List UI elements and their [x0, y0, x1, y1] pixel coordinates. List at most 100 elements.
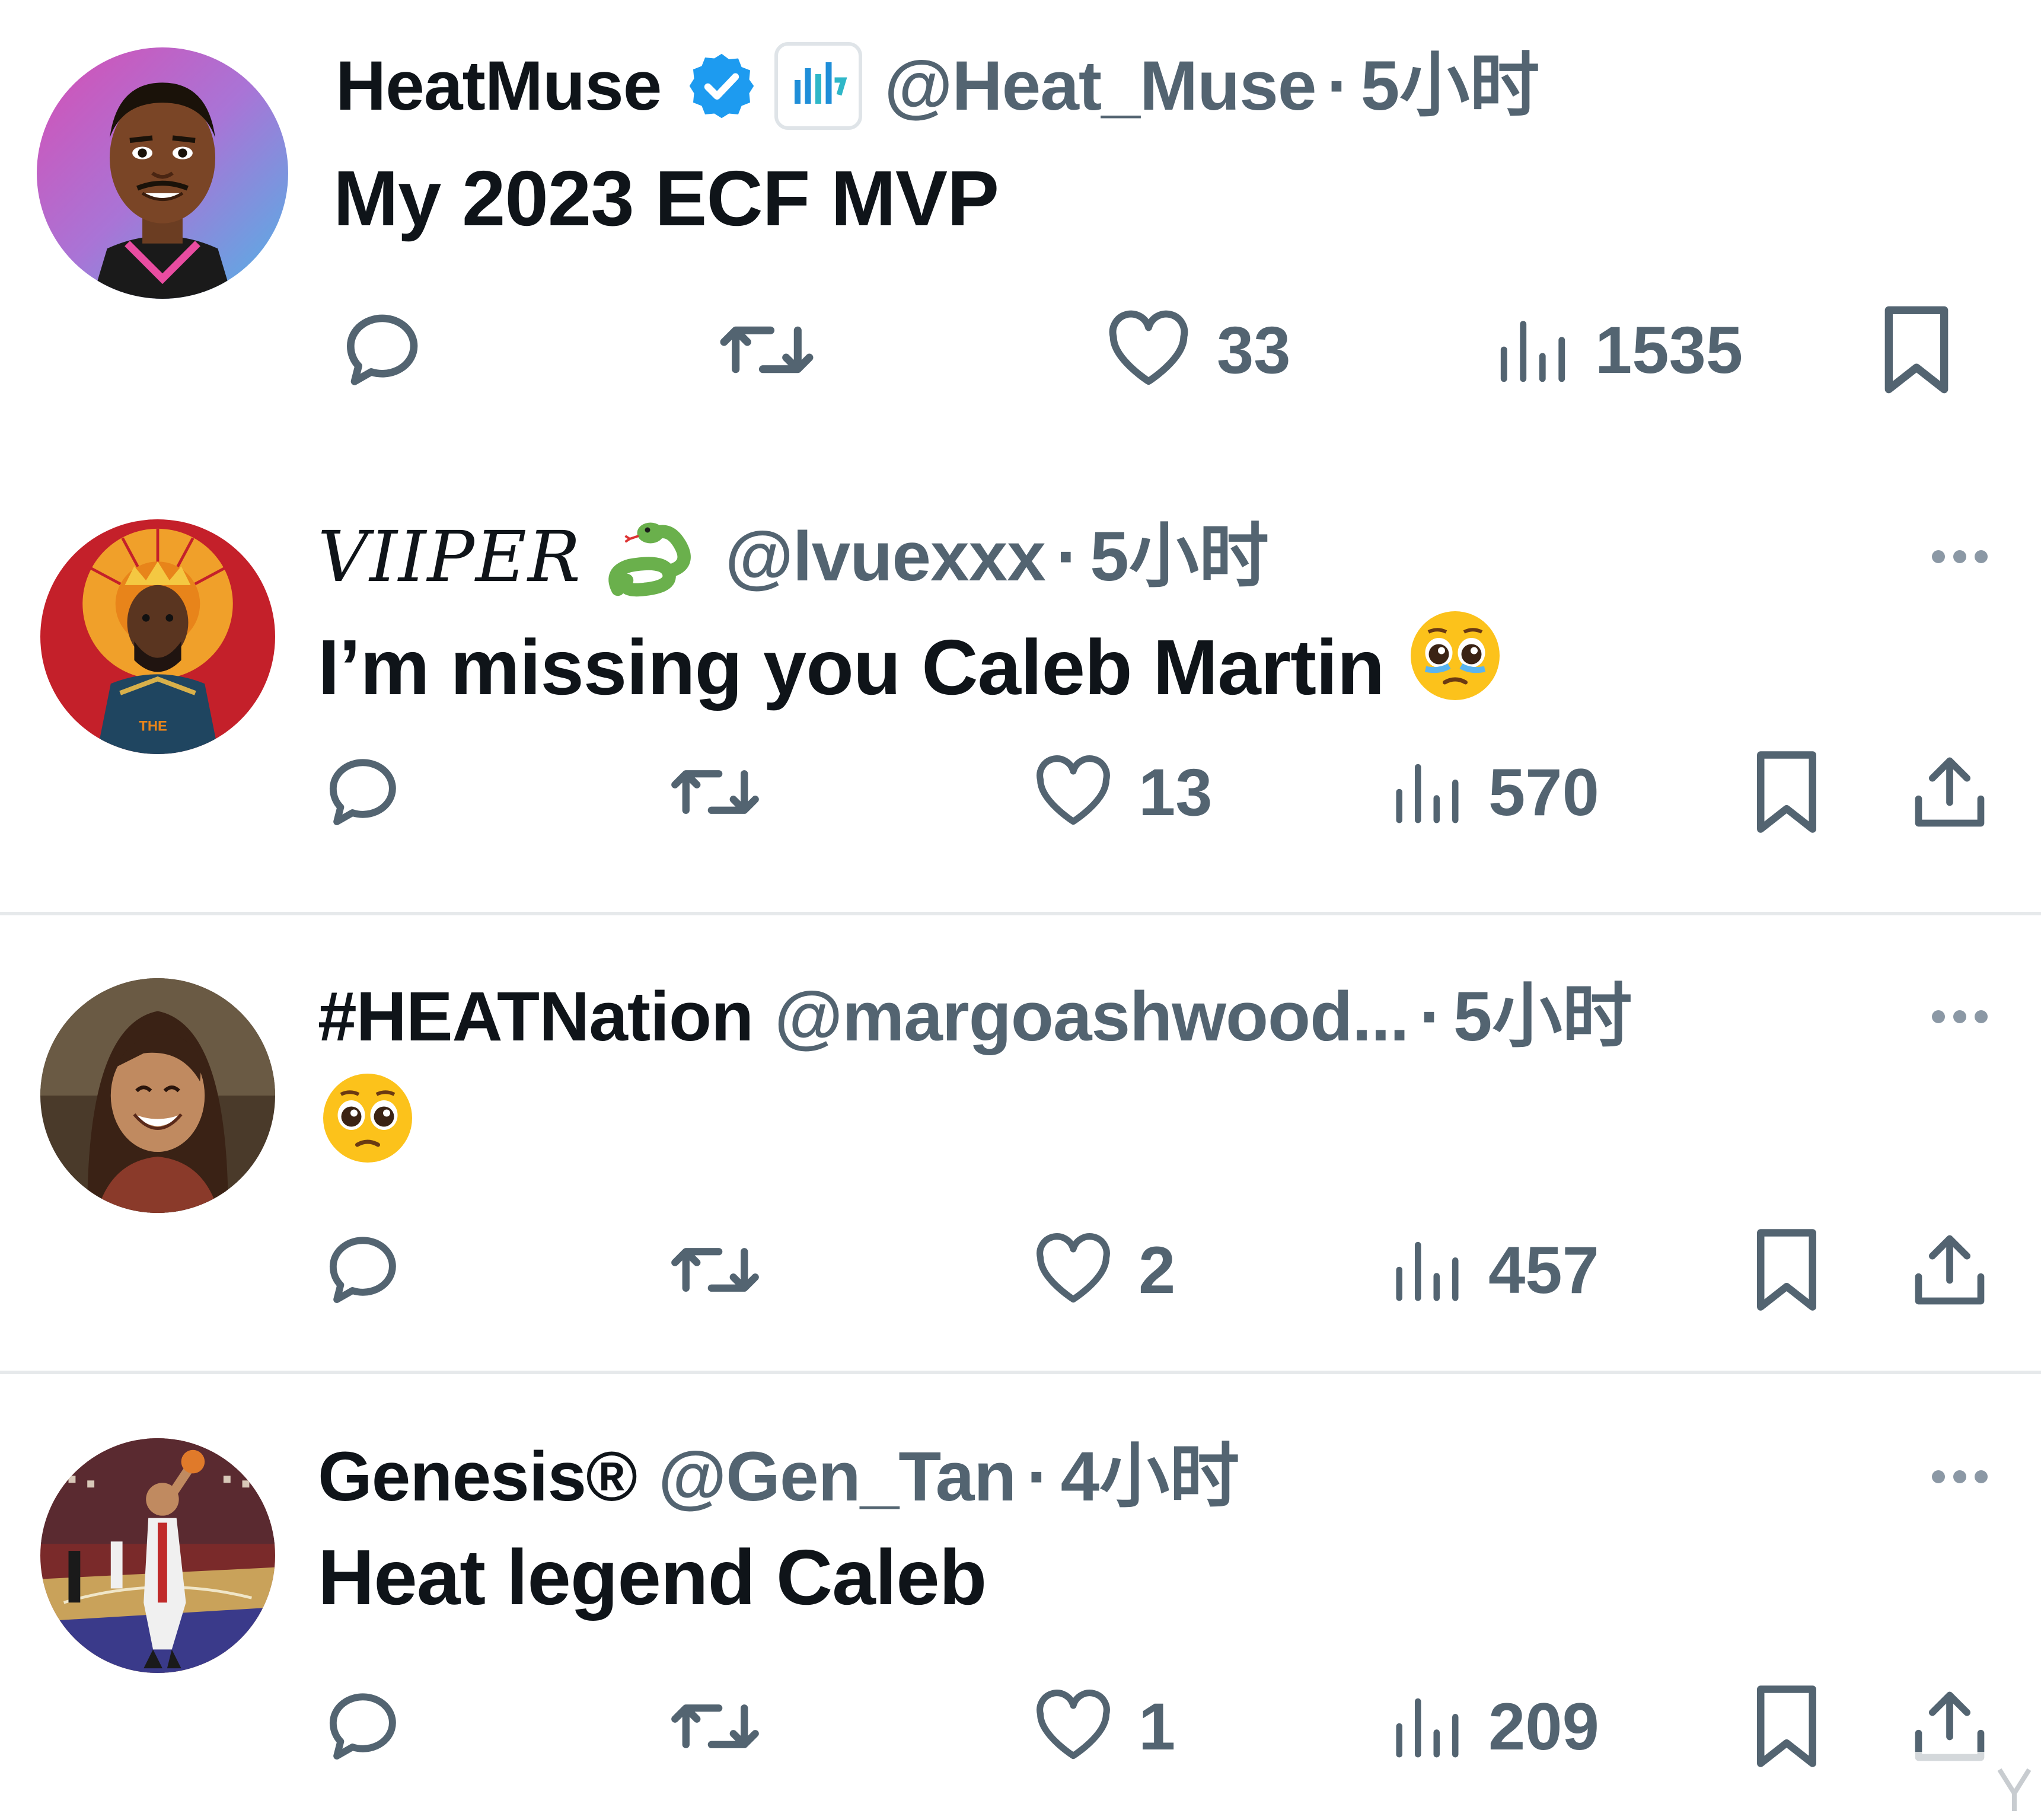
avatar-basketball-court	[40, 1438, 275, 1673]
tweet-text: My 2023 ECF MVP	[333, 148, 999, 249]
views-button[interactable]: 209	[1390, 1673, 1599, 1780]
tweet-actions: 1 209	[0, 1673, 2041, 1780]
retweet-button[interactable]	[668, 1216, 763, 1323]
tweet-header: #HEATNation @margoashwood... · 5小时	[318, 972, 1632, 1061]
avatar[interactable]	[37, 47, 288, 299]
share-button[interactable]	[1908, 1216, 1991, 1323]
like-button[interactable]: 13	[1032, 739, 1213, 845]
tweet-text-content: Heat legend Caleb	[318, 1534, 987, 1621]
user-handle[interactable]: @lvuexxx	[725, 512, 1046, 601]
views-button[interactable]: 457	[1390, 1216, 1599, 1323]
views-icon	[1396, 764, 1459, 823]
pleading-face-emoji	[320, 1071, 415, 1189]
watermark-overlay	[1851, 1728, 2041, 1817]
display-name[interactable]: VIIPER	[318, 512, 582, 601]
tweet-text	[320, 1071, 415, 1189]
views-icon	[1500, 321, 1565, 382]
retweet-button[interactable]	[668, 739, 763, 845]
timestamp[interactable]: 4小时	[1061, 1432, 1240, 1521]
heart-icon	[1037, 1690, 1110, 1760]
avatar[interactable]	[40, 978, 275, 1213]
retweet-icon	[671, 1704, 759, 1748]
retweet-icon	[671, 770, 759, 814]
tweet[interactable]: THE VIIPER @lvuexxx · 5小时 I’m missing yo…	[0, 439, 2041, 913]
timestamp[interactable]: 5小时	[1453, 972, 1632, 1061]
tweet-header: Genesis® @Gen_Tan · 4小时	[318, 1432, 1239, 1521]
display-name[interactable]: HeatMuse	[336, 41, 662, 130]
separator-dot: ·	[1326, 47, 1350, 125]
tweet-text-content: I’m missing you Caleb Martin	[318, 624, 1385, 711]
like-button[interactable]: 2	[1032, 1216, 1175, 1323]
tweet[interactable]: Genesis® @Gen_Tan · 4小时 Heat legend Cale…	[0, 1374, 2041, 1817]
tweet-feed: HeatMuse @Heat_Muse · 5小时 My 2023 ECF MV…	[0, 0, 2041, 1817]
share-button[interactable]	[1908, 739, 1991, 845]
bookmark-button[interactable]	[1749, 1673, 1824, 1780]
bookmark-button[interactable]	[1875, 296, 1958, 403]
reply-icon	[347, 314, 418, 385]
bookmark-button[interactable]	[1749, 739, 1824, 845]
verified-badge-icon	[685, 49, 758, 123]
reply-button[interactable]	[320, 739, 409, 845]
share-icon	[1915, 757, 1985, 827]
tweet-actions: 13 570	[0, 739, 2041, 845]
bookmark-button[interactable]	[1749, 1216, 1824, 1323]
like-button[interactable]: 33	[1104, 296, 1291, 403]
like-count: 33	[1217, 312, 1291, 387]
retweet-button[interactable]	[668, 1673, 763, 1780]
like-button[interactable]: 1	[1032, 1673, 1175, 1780]
tweet-header: VIIPER @lvuexxx · 5小时	[318, 512, 1269, 601]
bookmark-icon	[1757, 1685, 1816, 1767]
like-count: 2	[1139, 1233, 1176, 1307]
separator-dot: ·	[1026, 1438, 1050, 1516]
more-dots-icon[interactable]	[1932, 1010, 1988, 1023]
separator-dot: ·	[1055, 518, 1080, 596]
reply-button[interactable]	[320, 1673, 409, 1780]
heart-icon	[1037, 1233, 1110, 1303]
snake-emoji	[603, 512, 704, 601]
tweet-text: I’m missing you Caleb Martin	[318, 608, 1503, 727]
tweet-actions: 2 457	[0, 1216, 2041, 1323]
more-dots-icon[interactable]	[1932, 550, 1988, 563]
display-name[interactable]: Genesis®	[318, 1432, 637, 1521]
tweet-text-content: My 2023 ECF MVP	[333, 155, 999, 242]
reply-button[interactable]	[320, 1216, 409, 1323]
timestamp[interactable]: 5小时	[1361, 41, 1540, 130]
retweet-button[interactable]	[716, 296, 817, 403]
view-count: 457	[1488, 1233, 1599, 1307]
view-count: 1535	[1595, 312, 1743, 387]
avatar[interactable]	[40, 1438, 275, 1673]
user-handle[interactable]: @margoashwood...	[774, 972, 1409, 1061]
like-count: 13	[1139, 755, 1213, 829]
display-name[interactable]: #HEATNation	[318, 972, 754, 1061]
pleading-face-tears-emoji	[1408, 608, 1503, 727]
timestamp[interactable]: 5小时	[1090, 512, 1269, 601]
views-button[interactable]: 1535	[1494, 296, 1743, 403]
like-count: 1	[1139, 1689, 1176, 1764]
retweet-icon	[720, 326, 814, 373]
bookmark-icon	[1757, 751, 1816, 833]
reply-icon	[329, 1237, 396, 1303]
avatar-smiling-girl	[40, 978, 275, 1213]
view-count: 570	[1488, 755, 1599, 829]
avatar-king-portrait: THE	[40, 519, 275, 754]
tweet[interactable]: HeatMuse @Heat_Muse · 5小时 My 2023 ECF MV…	[0, 0, 2041, 439]
views-button[interactable]: 570	[1390, 739, 1599, 845]
avatar[interactable]: THE	[40, 519, 275, 754]
views-icon	[1396, 1241, 1459, 1301]
share-icon	[1915, 1235, 1985, 1305]
reply-button[interactable]	[337, 296, 432, 403]
bookmark-icon	[1757, 1229, 1816, 1311]
tweet-actions: 33 1535	[0, 296, 2041, 403]
reply-icon	[329, 1693, 396, 1760]
view-count: 209	[1488, 1689, 1599, 1764]
user-handle[interactable]: @Heat_Muse	[884, 41, 1316, 130]
reply-icon	[329, 759, 396, 825]
analytics-badge-icon	[774, 41, 863, 130]
retweet-icon	[671, 1248, 759, 1292]
separator-dot: ·	[1419, 978, 1443, 1056]
more-dots-icon[interactable]	[1932, 1470, 1988, 1483]
avatar-illustration-player	[37, 47, 288, 299]
tweet[interactable]: #HEATNation @margoashwood... · 5小时 2 457	[0, 915, 2041, 1372]
tweet-header: HeatMuse @Heat_Muse · 5小时	[336, 41, 1539, 130]
user-handle[interactable]: @Gen_Tan	[658, 1432, 1016, 1521]
